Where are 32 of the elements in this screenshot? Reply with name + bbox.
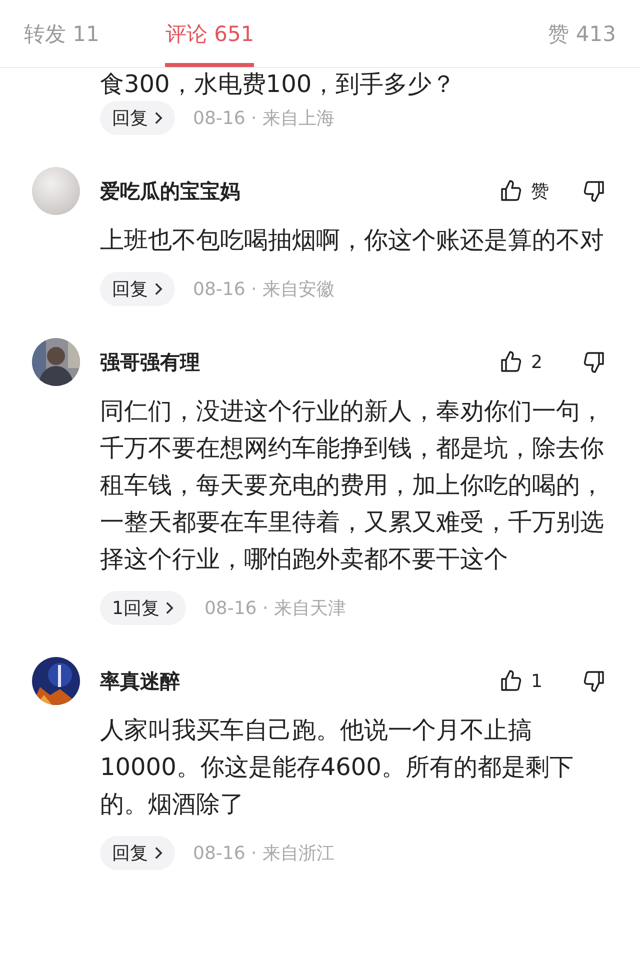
thumbs-down-icon <box>582 179 606 203</box>
like-button[interactable]: 赞 <box>499 179 579 203</box>
thumbs-down-button[interactable] <box>582 669 606 693</box>
thumbs-up-icon <box>499 350 523 374</box>
chevron-icon <box>154 846 163 860</box>
chevron-icon <box>165 601 174 615</box>
user-name[interactable]: 爱吃瓜的宝宝妈 <box>100 178 240 204</box>
thumbs-down-icon <box>582 669 606 693</box>
thumbs-down-button[interactable] <box>582 179 606 203</box>
comment-meta: 08-16 · 来自浙江 <box>193 842 334 865</box>
tab[interactable]: 评论 651 <box>165 0 254 67</box>
comment-meta: 08-16 · 来自天津 <box>204 597 346 620</box>
reply-button[interactable]: 1回复 <box>100 591 186 625</box>
thumbs-down-icon <box>582 350 606 374</box>
user-name[interactable]: 率真迷醉 <box>100 668 180 694</box>
comment-meta: 08-16 · 来自上海 <box>193 107 334 130</box>
like-button[interactable]: 2 <box>499 350 579 374</box>
thumbs-up-icon <box>499 179 523 203</box>
comment-text: 同仁们，没进这个行业的新人，奉劝你们一句，千万不要在想网约车能挣到钱，都是坑，除去你租车钱，每天要充电的费用，加上你吃的喝的，一整天都要在车里待着，又累又难受，千万别选择这个行业，哪怕跑外卖都不要干这个 <box>100 396 605 575</box>
comment-text: 食300，水电费100，到手多少？ <box>100 69 457 100</box>
thumbs-up-icon <box>499 669 523 693</box>
comment-text: 人家叫我买车自己跑。他说一个月不止搞10000。你这是能存4600。所有的都是剩下的。烟酒除了 <box>100 715 574 820</box>
like-button[interactable]: 1 <box>499 669 579 693</box>
chevron-icon <box>154 282 163 296</box>
user-name[interactable]: 强哥强有理 <box>100 348 200 376</box>
chevron-icon <box>154 111 163 125</box>
reply-button[interactable]: 回复 <box>100 272 175 306</box>
comment-text: 上班也不包吃喝抽烟啊，你这个账还是算的不对 <box>100 225 605 256</box>
reply-button[interactable]: 回复 <box>100 836 175 870</box>
reply-button[interactable]: 回复 <box>100 101 175 135</box>
comment-meta: 08-16 · 来自安徽 <box>193 278 334 301</box>
thumbs-down-button[interactable] <box>582 350 606 374</box>
